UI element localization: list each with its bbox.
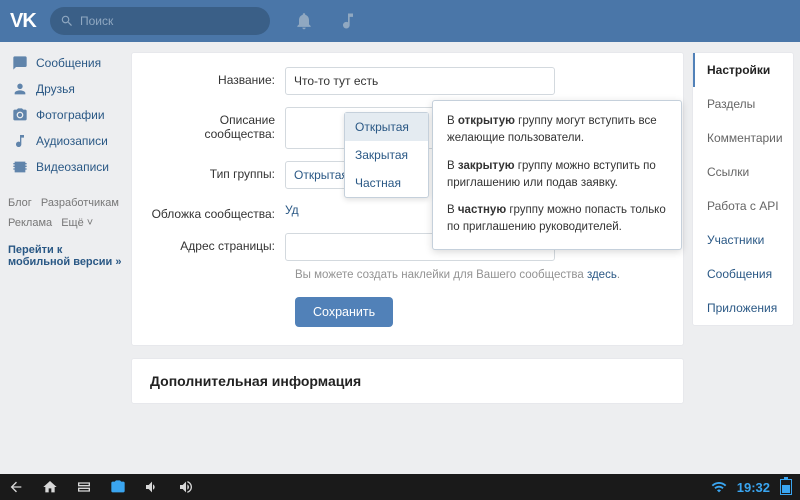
- volume-down-icon[interactable]: [144, 479, 160, 495]
- description-label: Описание сообщества:: [150, 107, 285, 141]
- android-taskbar: 19:32: [0, 474, 800, 500]
- left-sidebar: Сообщения Друзья Фотографии Аудиозаписи …: [0, 42, 125, 474]
- stickers-hint: Вы можете создать наклейки для Вашего со…: [295, 269, 665, 281]
- save-button[interactable]: Сохранить: [295, 297, 393, 327]
- sidebar-item-label: Друзья: [36, 82, 75, 96]
- cover-label: Обложка сообщества:: [150, 201, 285, 221]
- group-type-tooltip: В открытую группу могут вступить все жел…: [432, 100, 682, 250]
- stickers-link[interactable]: здесь: [587, 269, 617, 281]
- back-icon[interactable]: [8, 479, 24, 495]
- recent-apps-icon[interactable]: [76, 479, 92, 495]
- music-icon[interactable]: [338, 11, 358, 31]
- rtab-messages[interactable]: Сообщения: [693, 257, 793, 291]
- mobile-version-link[interactable]: Перейти к мобильной версии »: [8, 244, 125, 268]
- rtab-api[interactable]: Работа с API: [693, 189, 793, 223]
- rtab-links[interactable]: Ссылки: [693, 155, 793, 189]
- sidebar-item-messages[interactable]: Сообщения: [8, 50, 125, 76]
- rtab-members[interactable]: Участники: [693, 223, 793, 257]
- main-content: Название: Описание сообщества: Тип групп…: [125, 42, 692, 474]
- search-input[interactable]: [80, 14, 260, 28]
- sidebar-item-label: Сообщения: [36, 56, 101, 70]
- name-label: Название:: [150, 67, 285, 87]
- search-box[interactable]: [50, 7, 270, 35]
- footer-link-dev[interactable]: Разработчикам: [41, 197, 119, 209]
- clock-time: 19:32: [737, 480, 770, 495]
- chat-icon: [12, 55, 28, 71]
- sidebar-item-friends[interactable]: Друзья: [8, 76, 125, 102]
- sidebar-item-label: Фотографии: [36, 108, 105, 122]
- battery-icon: [780, 479, 792, 495]
- rtab-apps[interactable]: Приложения: [693, 291, 793, 325]
- right-sidebar: Настройки Разделы Комментарии Ссылки Раб…: [692, 42, 800, 474]
- sidebar-item-label: Видеозаписи: [36, 160, 109, 174]
- cover-link[interactable]: Уд: [285, 203, 299, 217]
- dropdown-option-closed[interactable]: Закрытая: [345, 141, 428, 169]
- video-icon: [12, 159, 28, 175]
- home-icon[interactable]: [42, 479, 58, 495]
- name-input[interactable]: [285, 67, 555, 95]
- volume-up-icon[interactable]: [178, 479, 194, 495]
- rtab-sections[interactable]: Разделы: [693, 87, 793, 121]
- right-tabs-panel: Настройки Разделы Комментарии Ссылки Раб…: [692, 52, 794, 326]
- additional-info-panel: Дополнительная информация: [131, 358, 684, 404]
- sidebar-item-video[interactable]: Видеозаписи: [8, 154, 125, 180]
- rtab-settings[interactable]: Настройки: [693, 53, 793, 87]
- top-bar: VK: [0, 0, 800, 42]
- sidebar-item-photos[interactable]: Фотографии: [8, 102, 125, 128]
- group-type-dropdown: Открытая Закрытая Частная: [344, 112, 429, 198]
- wifi-icon: [711, 479, 727, 495]
- search-icon: [60, 14, 74, 28]
- additional-info-title: Дополнительная информация: [150, 373, 665, 389]
- address-label: Адрес страницы:: [150, 233, 285, 253]
- footer-link-more[interactable]: Ещё ˅: [61, 217, 93, 229]
- camera-icon: [12, 107, 28, 123]
- rtab-comments[interactable]: Комментарии: [693, 121, 793, 155]
- footer-link-blog[interactable]: Блог: [8, 197, 32, 209]
- music-note-icon: [12, 133, 28, 149]
- sidebar-item-label: Аудиозаписи: [36, 134, 108, 148]
- group-type-label: Тип группы:: [150, 161, 285, 181]
- sidebar-item-audio[interactable]: Аудиозаписи: [8, 128, 125, 154]
- footer-link-ads[interactable]: Реклама: [8, 217, 52, 229]
- bell-icon[interactable]: [294, 11, 314, 31]
- vk-logo[interactable]: VK: [10, 10, 38, 33]
- footer-links: Блог Разработчикам Реклама Ещё ˅: [8, 194, 125, 234]
- camera-app-icon[interactable]: [110, 479, 126, 495]
- dropdown-option-private[interactable]: Частная: [345, 169, 428, 197]
- dropdown-option-open[interactable]: Открытая: [345, 113, 428, 141]
- person-icon: [12, 81, 28, 97]
